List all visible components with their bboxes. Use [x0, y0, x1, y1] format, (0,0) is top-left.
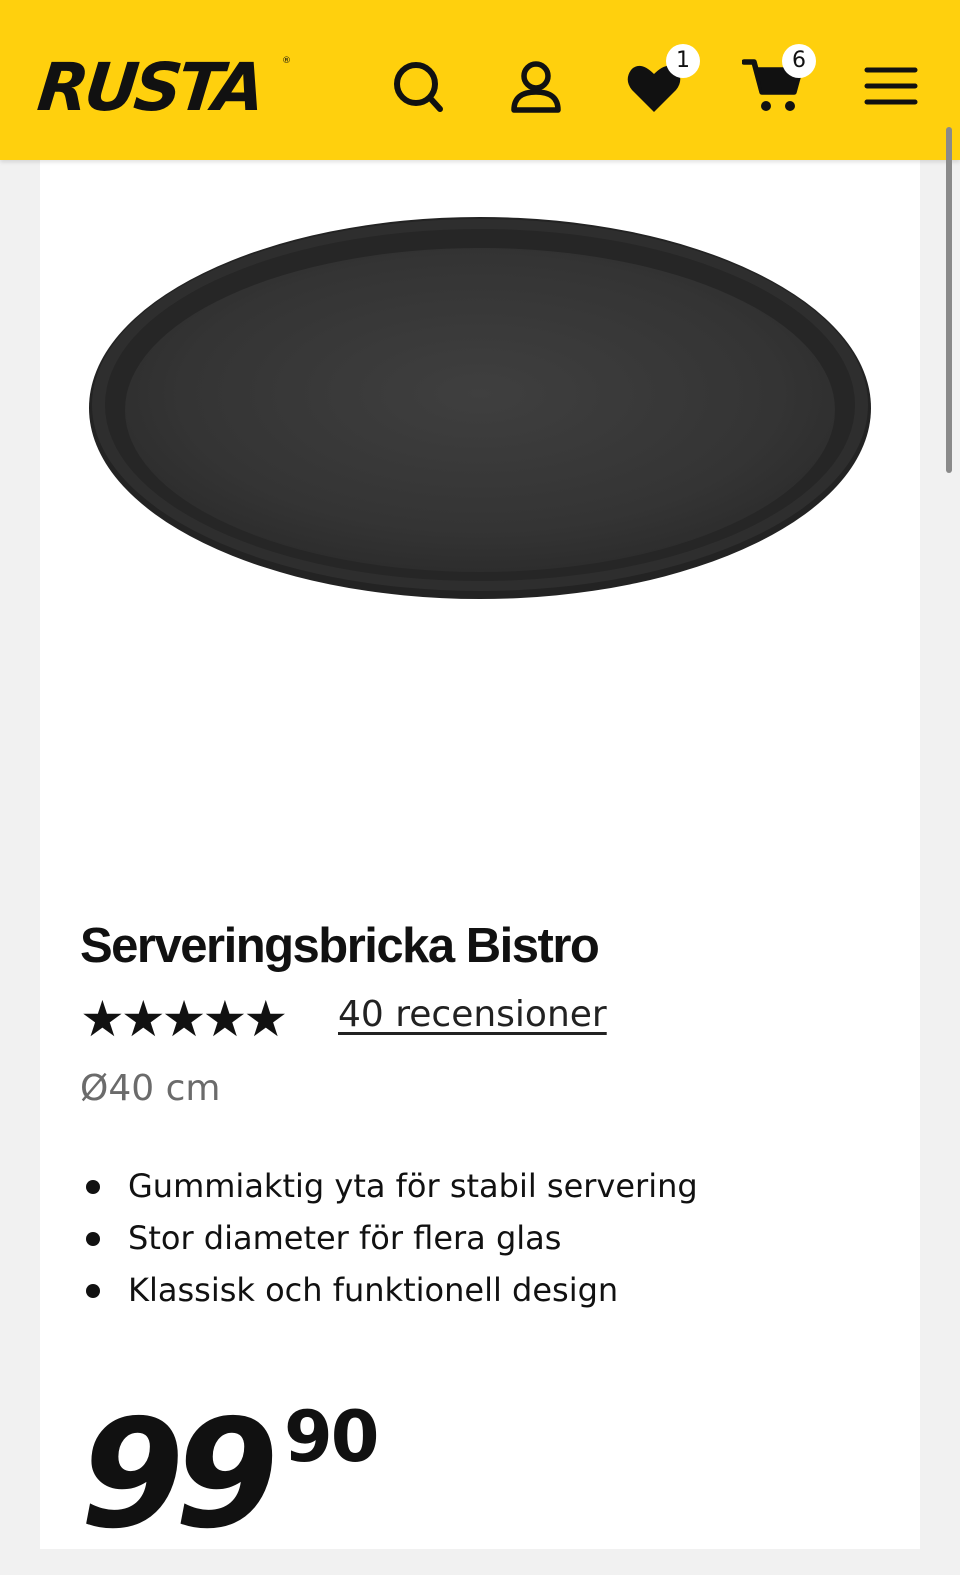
user-icon	[511, 61, 561, 113]
menu-button[interactable]	[864, 56, 924, 120]
feature-item: Klassisk och funktionell design	[80, 1264, 698, 1316]
search-icon	[394, 62, 443, 112]
registered-mark: ®	[282, 56, 291, 66]
feature-list: Gummiaktig yta för stabil servering Stor…	[80, 1160, 698, 1316]
rating-stars: ★★★★★	[80, 990, 288, 1048]
feature-item: Gummiaktig yta för stabil servering	[80, 1160, 698, 1212]
search-button[interactable]	[388, 56, 448, 120]
menu-icon	[864, 67, 918, 105]
cart-button[interactable]: 6	[742, 44, 816, 120]
product-card: Serveringsbricka Bistro ★★★★★ 40 recensi…	[40, 160, 920, 1562]
star-icon: ★	[243, 990, 289, 1048]
product-image[interactable]	[80, 205, 880, 605]
price-decimals: 90	[284, 1396, 379, 1478]
price-integer: 99	[80, 1388, 279, 1562]
star-icon: ★	[161, 990, 207, 1048]
star-icon: ★	[80, 990, 125, 1048]
feature-item: Stor diameter för flera glas	[80, 1212, 698, 1264]
wishlist-button[interactable]: 1	[624, 44, 700, 120]
bullet-icon	[86, 1284, 100, 1298]
bullet-icon	[86, 1180, 100, 1194]
product-title: Serveringsbricka Bistro	[80, 919, 600, 973]
cart-count-badge: 6	[782, 44, 816, 78]
rusta-logo[interactable]: RUSTA	[34, 48, 265, 128]
reviews-link[interactable]: 40 recensioner	[338, 994, 607, 1035]
star-icon: ★	[202, 990, 248, 1048]
scrollbar[interactable]	[946, 127, 952, 473]
site-header: RUSTA ® 1 6	[0, 0, 960, 160]
account-button[interactable]	[506, 56, 566, 120]
bullet-icon	[86, 1232, 100, 1246]
product-dimension: Ø40 cm	[80, 1068, 221, 1109]
star-icon: ★	[120, 990, 166, 1048]
wishlist-count-badge: 1	[666, 44, 700, 78]
